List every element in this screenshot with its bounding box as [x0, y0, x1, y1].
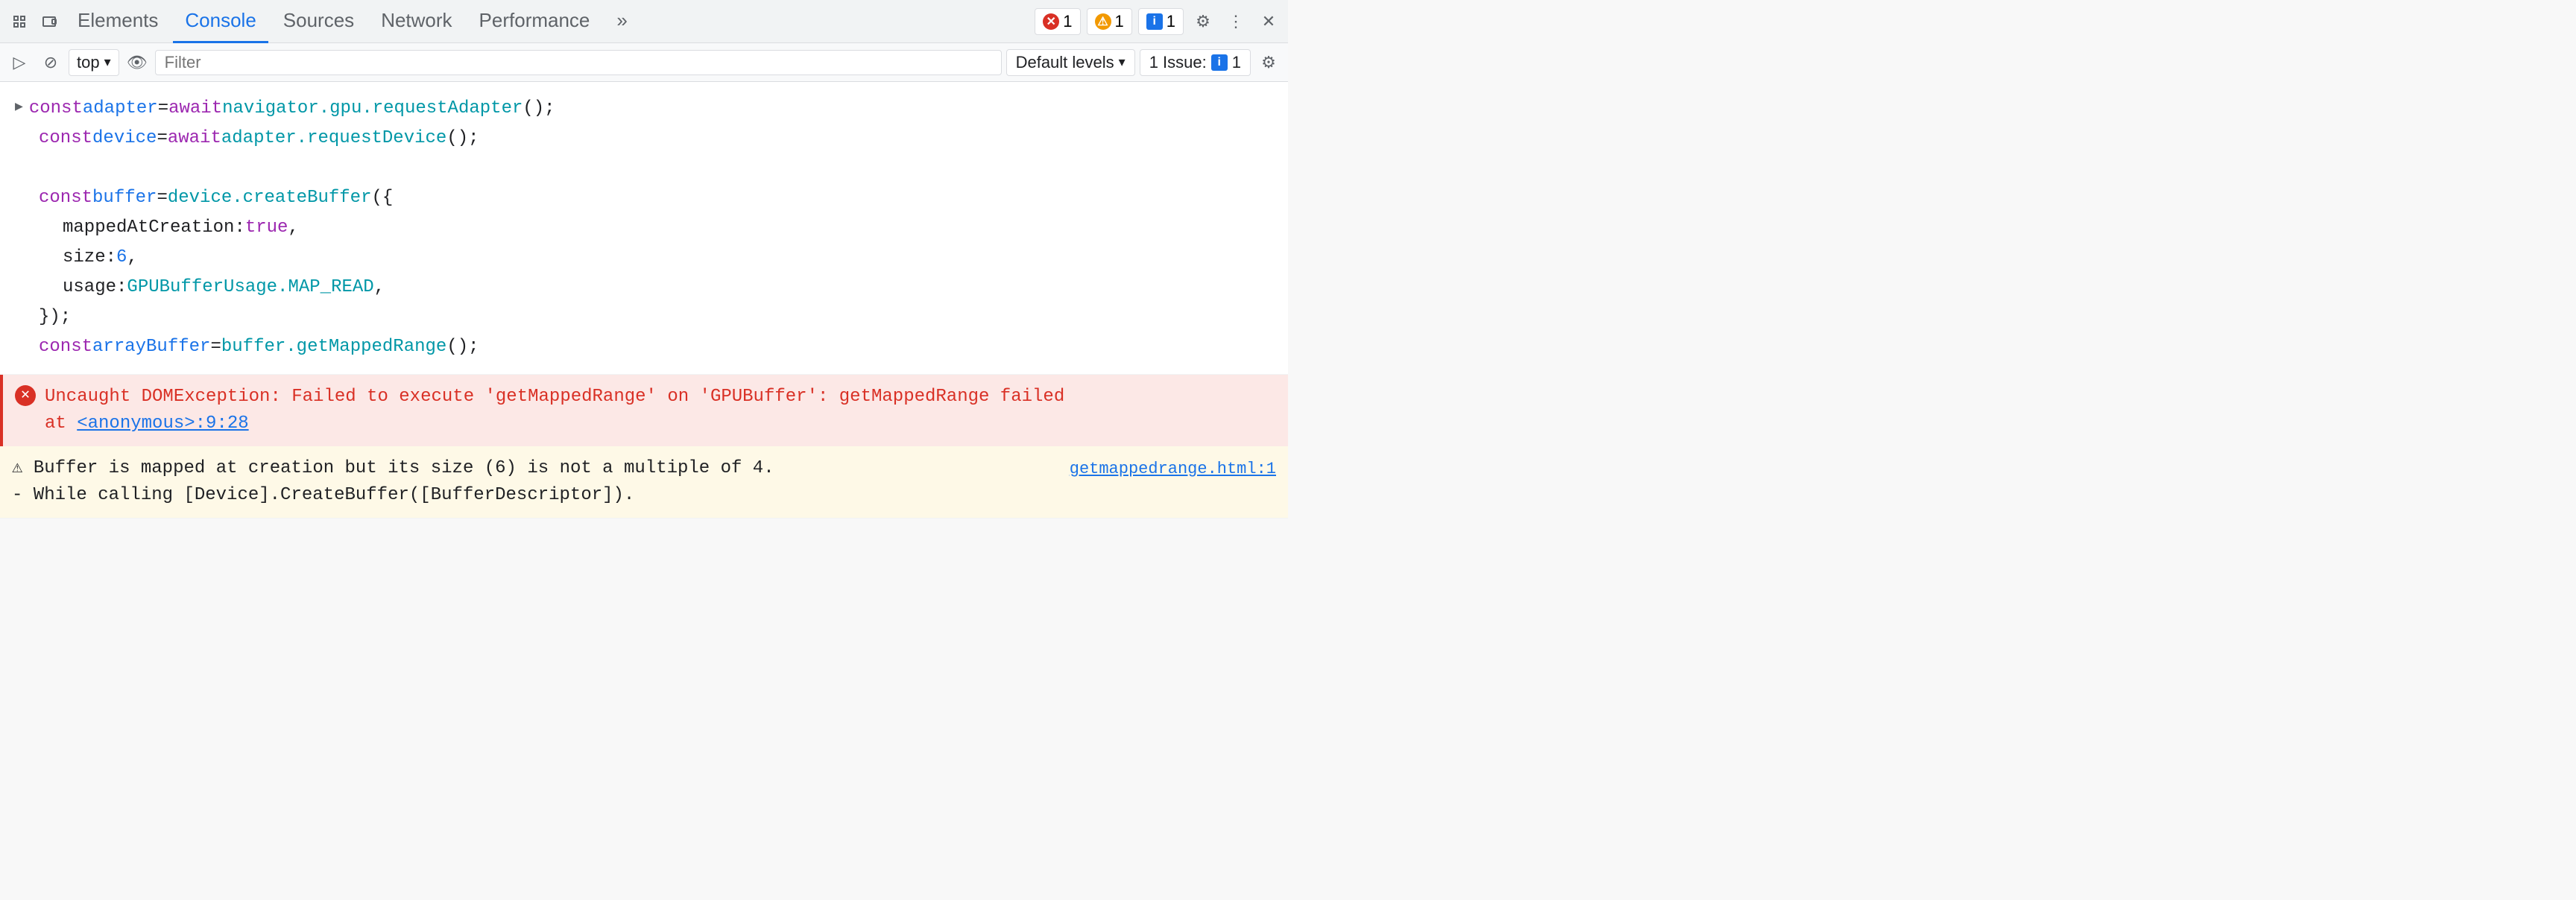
info-badge[interactable]: i 1: [1138, 8, 1184, 35]
end-1: ();: [523, 95, 555, 122]
keyword-const-1: const: [29, 95, 83, 122]
error-text: Uncaught DOMException: Failed to execute…: [45, 384, 1064, 437]
method-requestAdapter: navigator.gpu.requestAdapter: [222, 95, 523, 122]
error-message: ✕ Uncaught DOMException: Failed to execu…: [0, 375, 1288, 446]
prop-mappedAtCreation: mappedAtCreation:: [63, 215, 245, 241]
error-icon: ✕: [15, 385, 36, 406]
op-eq-2: =: [157, 125, 167, 152]
console-settings-icon[interactable]: ⚙: [1255, 49, 1282, 76]
val-mapread: GPUBufferUsage.MAP_READ: [127, 274, 373, 301]
code-line-7: usage: GPUBufferUsage.MAP_READ ,: [15, 273, 1288, 302]
tab-elements[interactable]: Elements: [66, 0, 170, 43]
error-main-text: Uncaught DOMException: Failed to execute…: [45, 384, 1064, 411]
issues-label: 1 Issue:: [1149, 53, 1207, 72]
error-count: 1: [1063, 12, 1072, 31]
dropdown-arrow-icon: ▾: [104, 54, 111, 70]
info-count: 1: [1167, 12, 1175, 31]
warning-message: ⚠ Buffer is mapped at creation but its s…: [0, 446, 1288, 519]
tab-more[interactable]: »: [604, 0, 639, 43]
device-toolbar-icon[interactable]: [36, 8, 63, 35]
code-line-1: ▶ const adapter = await navigator.gpu.re…: [15, 94, 1288, 124]
var-arrayBuffer: arrayBuffer: [92, 334, 210, 361]
warning-dot-icon: ⚠: [1095, 13, 1111, 30]
inspect-element-icon[interactable]: [6, 8, 33, 35]
op-eq-4: =: [157, 185, 167, 212]
code-block: ▶ const adapter = await navigator.gpu.re…: [0, 82, 1288, 375]
end-4: ({: [372, 185, 394, 212]
code-line-8: });: [15, 302, 1288, 332]
warning-text: ⚠ Buffer is mapped at creation but its s…: [12, 455, 1061, 509]
issues-button[interactable]: 1 Issue: i 1: [1140, 49, 1251, 76]
show-sidebar-icon[interactable]: ▷: [6, 49, 33, 76]
op-eq-1: =: [158, 95, 168, 122]
tab-console[interactable]: Console: [173, 0, 268, 43]
log-levels-selector[interactable]: Default levels ▾: [1006, 49, 1135, 76]
warning-line-1: ⚠ Buffer is mapped at creation but its s…: [12, 455, 1061, 482]
op-eq-9: =: [210, 334, 221, 361]
settings-icon[interactable]: ⚙: [1190, 8, 1216, 35]
end-2: ();: [446, 125, 479, 152]
warning-badge[interactable]: ⚠ 1: [1087, 8, 1132, 35]
tab-network[interactable]: Network: [369, 0, 464, 43]
keyword-await-1: await: [168, 95, 222, 122]
code-line-5: mappedAtCreation: true ,: [15, 213, 1288, 243]
issues-count: 1: [1232, 53, 1241, 72]
prop-size: size:: [63, 244, 116, 271]
method-getMappedRange: buffer.getMappedRange: [221, 334, 446, 361]
warning-count: 1: [1115, 12, 1124, 31]
console-output: ▶ const adapter = await navigator.gpu.re…: [0, 82, 1288, 519]
issues-count-icon: i: [1211, 54, 1228, 71]
end-5: ,: [288, 215, 298, 241]
keyword-const-4: const: [39, 185, 92, 212]
clear-console-icon[interactable]: ⊘: [37, 49, 64, 76]
end-9: ();: [446, 334, 479, 361]
end-7: ,: [374, 274, 385, 301]
log-levels-label: Default levels: [1016, 53, 1114, 72]
expand-icon[interactable]: ▶: [15, 98, 23, 118]
secondary-toolbar: ▷ ⊘ top ▾ 👁 Default levels ▾ 1 Issue: i …: [0, 43, 1288, 82]
prop-usage: usage:: [63, 274, 127, 301]
more-options-icon[interactable]: ⋮: [1222, 8, 1249, 35]
devtools-tabs: Elements Console Sources Network Perform…: [0, 0, 1288, 43]
val-6: 6: [116, 244, 127, 271]
end-8: });: [39, 304, 71, 331]
code-line-9: const arrayBuffer = buffer.getMappedRang…: [15, 332, 1288, 362]
val-true: true: [245, 215, 288, 241]
code-line-2: const device = await adapter.requestDevi…: [15, 124, 1288, 153]
end-6: ,: [127, 244, 137, 271]
tab-performance[interactable]: Performance: [467, 0, 602, 43]
error-at-text: at <anonymous>:9:28: [45, 411, 1064, 437]
code-line-blank-1: [15, 153, 1288, 183]
var-device: device: [92, 125, 157, 152]
var-adapter: adapter: [83, 95, 158, 122]
filter-input[interactable]: [155, 50, 1002, 75]
method-createBuffer: device.createBuffer: [168, 185, 372, 212]
log-levels-arrow-icon: ▾: [1119, 54, 1126, 70]
error-dot-icon: ✕: [1043, 13, 1059, 30]
context-label: top: [77, 53, 100, 72]
keyword-await-2: await: [168, 125, 221, 152]
keyword-const-9: const: [39, 334, 92, 361]
context-selector[interactable]: top ▾: [69, 49, 119, 76]
code-line-6: size: 6 ,: [15, 243, 1288, 273]
info-rect-icon: i: [1146, 13, 1163, 30]
var-buffer: buffer: [92, 185, 157, 212]
error-badge[interactable]: ✕ 1: [1035, 8, 1080, 35]
tab-sources[interactable]: Sources: [271, 0, 366, 43]
keyword-const-2: const: [39, 125, 92, 152]
warning-file-link[interactable]: getmappedrange.html:1: [1070, 455, 1276, 481]
code-line-4: const buffer = device.createBuffer ({: [15, 183, 1288, 213]
tabs-right: ✕ 1 ⚠ 1 i 1 ⚙ ⋮ ✕: [1035, 8, 1282, 35]
eye-icon[interactable]: 👁: [124, 49, 151, 76]
close-devtools-icon[interactable]: ✕: [1255, 8, 1282, 35]
method-requestDevice: adapter.requestDevice: [221, 125, 446, 152]
warning-line-2: - While calling [Device].CreateBuffer([B…: [12, 482, 1061, 509]
error-location-link[interactable]: <anonymous>:9:28: [77, 413, 248, 434]
